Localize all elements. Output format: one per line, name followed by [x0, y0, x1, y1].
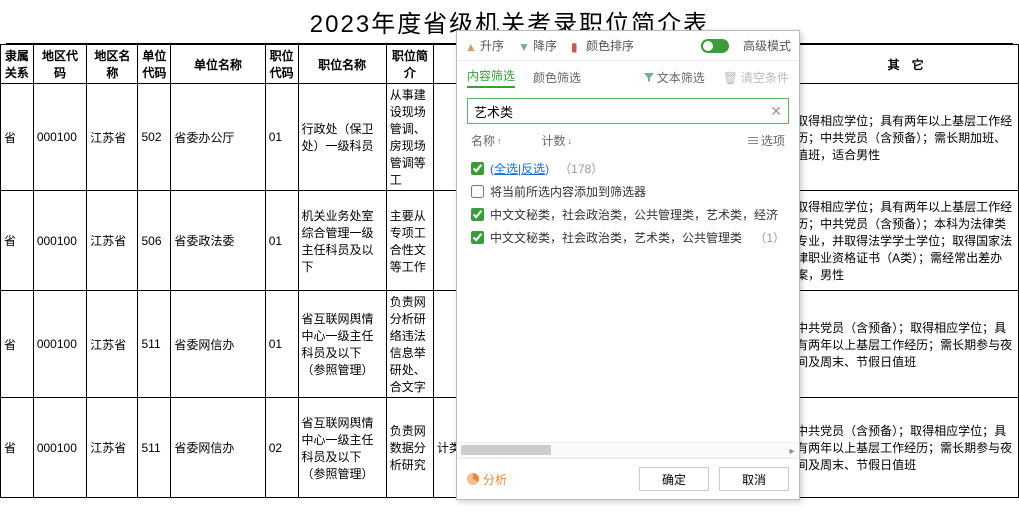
cell: 000100 [33, 291, 86, 398]
header-count[interactable]: 计数↓ [542, 132, 573, 149]
cell: 01 [265, 291, 298, 398]
clear-filter-link[interactable]: 🗑 清空条件 [723, 69, 789, 86]
filter-list: (全选|反选) （178） 将当前所选内容添加到筛选器 中文文秘类，社会政治类，… [457, 153, 799, 253]
cell: 省 [1, 84, 34, 191]
cell: 江苏省 [87, 291, 138, 398]
item-checkbox[interactable] [471, 208, 484, 221]
cell: 02 [265, 398, 298, 498]
advanced-label: 高级模式 [743, 37, 791, 54]
scroll-right-arrow[interactable]: ▸ [785, 443, 799, 459]
cell: 省 [1, 291, 34, 398]
th-9: 其 它 [793, 45, 1019, 84]
cell: 000100 [33, 398, 86, 498]
cell: 江苏省 [87, 398, 138, 498]
invert-link[interactable]: 反选 [521, 162, 545, 176]
header-name[interactable]: 名称↑ [471, 132, 502, 149]
cell: 中共党员（含预备）；取得相应学位；具有两年以上基层工作经历；需长期参与夜间及周末… [793, 398, 1019, 498]
tab-content-filter[interactable]: 内容筛选 [467, 67, 515, 88]
cell: 省互联网舆情中心一级主任科员及以下（参照管理） [298, 291, 386, 398]
th-6: 职位名称 [298, 45, 386, 84]
cell: 省 [1, 398, 34, 498]
add-to-filter-row[interactable]: 将当前所选内容添加到筛选器 [471, 180, 785, 203]
filter-search: ✕ [457, 94, 799, 128]
pie-icon [467, 473, 479, 485]
cell: 负责网数据分析研究 [386, 398, 433, 498]
cell: 511 [138, 398, 171, 498]
th-1: 地区代码 [33, 45, 86, 84]
cell: 江苏省 [87, 84, 138, 191]
total-count: （178） [559, 160, 603, 177]
filter-toolbar: ▲升序 ▼降序 ▮颜色排序 高级模式 [457, 31, 799, 61]
th-5: 职位代码 [265, 45, 298, 84]
th-0: 隶属关系 [1, 45, 34, 84]
hamburger-icon [748, 137, 758, 144]
cell: 负责网分析研络违法信息举研处、合文字 [386, 291, 433, 398]
cell: 000100 [33, 84, 86, 191]
select-all-row[interactable]: (全选|反选) （178） [471, 157, 785, 180]
select-all-checkbox[interactable] [471, 162, 484, 175]
cell: 506 [138, 191, 171, 291]
scrollbar-thumb[interactable] [461, 445, 551, 455]
cell: 江苏省 [87, 191, 138, 291]
sort-color[interactable]: ▮颜色排序 [571, 37, 634, 54]
cell: 省委网信办 [171, 398, 265, 498]
th-7: 职位简介 [386, 45, 433, 84]
item-checkbox[interactable] [471, 231, 484, 244]
horizontal-scrollbar[interactable]: ▸ [457, 442, 799, 458]
cell: 主要从专项工合性文等工作 [386, 191, 433, 291]
th-3: 单位代码 [138, 45, 171, 84]
cell: 省互联网舆情中心一级主任科员及以下（参照管理） [298, 398, 386, 498]
search-input[interactable] [474, 104, 770, 119]
analysis-button[interactable]: 分析 [467, 471, 507, 488]
trash-icon: 🗑 [723, 71, 738, 85]
header-options[interactable]: 选项 [748, 132, 785, 149]
sort-desc[interactable]: ▼降序 [518, 37, 557, 54]
cell: 从事建设现场管调、房现场管调等工 [386, 84, 433, 191]
cell: 省委政法委 [171, 191, 265, 291]
cell: 000100 [33, 191, 86, 291]
funnel-icon [644, 73, 654, 83]
list-headers: 名称↑ 计数↓ 选项 [457, 128, 799, 153]
text-filter-link[interactable]: 文本筛选 [644, 69, 705, 86]
sort-asc[interactable]: ▲升序 [465, 37, 504, 54]
cell: 省 [1, 191, 34, 291]
ok-button[interactable]: 确定 [639, 467, 709, 491]
cell: 取得相应学位；具有两年以上基层工作经历；中共党员（含预备）；需长期加班、值班，适… [793, 84, 1019, 191]
cell: 01 [265, 191, 298, 291]
select-all-link[interactable]: 全选 [494, 162, 518, 176]
cell: 取得相应学位；具有两年以上基层工作经历；中共党员（含预备）；本科为法律类专业，并… [793, 191, 1019, 291]
th-2: 地区名称 [87, 45, 138, 84]
clear-search-icon[interactable]: ✕ [770, 103, 782, 120]
item-text: 中文文秘类，社会政治类，公共管理类，艺术类，经济 [490, 206, 779, 223]
cell: 省委办公厅 [171, 84, 265, 191]
list-item[interactable]: 中文文秘类，社会政治类，艺术类，公共管理类 （1） [471, 226, 785, 249]
cell: 502 [138, 84, 171, 191]
filter-panel: ▲升序 ▼降序 ▮颜色排序 高级模式 内容筛选 颜色筛选 文本筛选 🗑 清空条件… [456, 30, 800, 500]
filter-footer: 分析 确定 取消 [457, 458, 799, 499]
item-text: 中文文秘类，社会政治类，艺术类，公共管理类 [490, 229, 748, 246]
cell: 01 [265, 84, 298, 191]
th-4: 单位名称 [171, 45, 265, 84]
cell: 中共党员（含预备）；取得相应学位；具有两年以上基层工作经历；需长期参与夜间及周末… [793, 291, 1019, 398]
add-to-filter-checkbox[interactable] [471, 185, 484, 198]
advanced-toggle[interactable] [701, 39, 729, 53]
cell: 机关业务处室综合管理一级主任科员及以下 [298, 191, 386, 291]
filter-tabs: 内容筛选 颜色筛选 文本筛选 🗑 清空条件 [457, 61, 799, 94]
item-count: （1） [754, 229, 785, 246]
cell: 省委网信办 [171, 291, 265, 398]
cell: 行政处（保卫处）一级科员 [298, 84, 386, 191]
list-item[interactable]: 中文文秘类，社会政治类，公共管理类，艺术类，经济 [471, 203, 785, 226]
cancel-button[interactable]: 取消 [719, 467, 789, 491]
tab-color-filter[interactable]: 颜色筛选 [533, 69, 581, 86]
cell: 511 [138, 291, 171, 398]
